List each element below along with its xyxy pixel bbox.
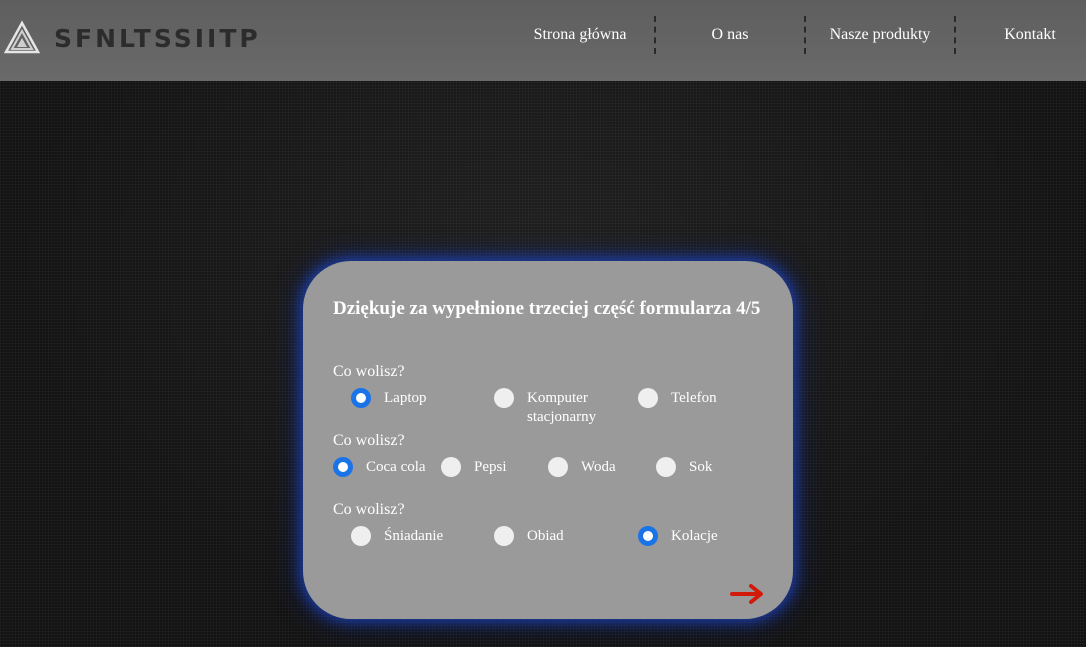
option-label: Woda xyxy=(581,459,616,475)
option-coca-cola[interactable]: Coca cola xyxy=(333,457,426,477)
question-label: Co wolisz? xyxy=(333,432,405,449)
option-label: Coca cola xyxy=(366,459,426,475)
question-label: Co wolisz? xyxy=(333,501,405,518)
option-phone[interactable]: Telefon xyxy=(638,388,717,408)
nav-contact[interactable]: Kontakt xyxy=(1000,16,1060,54)
arrow-right-icon[interactable] xyxy=(730,583,766,605)
option-desktop[interactable]: Komputer stacjonarny xyxy=(494,388,617,427)
option-water[interactable]: Woda xyxy=(548,457,616,477)
option-lunch[interactable]: Obiad xyxy=(494,526,564,546)
nav-divider xyxy=(954,16,956,54)
option-laptop[interactable]: Laptop xyxy=(351,388,427,408)
option-breakfast[interactable]: Śniadanie xyxy=(351,526,443,546)
radio-button[interactable] xyxy=(548,457,568,477)
nav-products[interactable]: Nasze produkty xyxy=(826,16,934,54)
radio-button-checked[interactable] xyxy=(351,388,371,408)
nav-about[interactable]: O nas xyxy=(700,16,760,54)
logo-text: SFNLTSSIITP xyxy=(54,23,261,53)
site-header: SFNLTSSIITP Strona główna O nas Nasze pr… xyxy=(0,0,1086,81)
radio-button[interactable] xyxy=(494,526,514,546)
radio-button[interactable] xyxy=(656,457,676,477)
nav-divider xyxy=(654,16,656,54)
radio-button[interactable] xyxy=(494,388,514,408)
radio-button-checked[interactable] xyxy=(638,526,658,546)
option-label: Telefon xyxy=(671,390,717,406)
nav-home[interactable]: Strona główna xyxy=(532,16,628,54)
radio-button[interactable] xyxy=(441,457,461,477)
option-label: Komputer stacjonarny xyxy=(527,390,597,425)
radio-button[interactable] xyxy=(638,388,658,408)
form-title: Dziękuje za wypełnione trzeciej część fo… xyxy=(333,298,761,319)
option-pepsi[interactable]: Pepsi xyxy=(441,457,507,477)
option-label: Kolacje xyxy=(671,528,718,544)
option-dinner[interactable]: Kolacje xyxy=(638,526,718,546)
radio-button[interactable] xyxy=(351,526,371,546)
survey-form-card: Dziękuje za wypełnione trzeciej część fo… xyxy=(303,261,793,619)
question-label: Co wolisz? xyxy=(333,363,405,380)
radio-button-checked[interactable] xyxy=(333,457,353,477)
option-label: Laptop xyxy=(384,390,427,406)
option-label: Pepsi xyxy=(474,459,507,475)
option-label: Sok xyxy=(689,459,713,475)
option-label: Śniadanie xyxy=(384,528,444,544)
logo[interactable]: SFNLTSSIITP xyxy=(4,20,261,56)
option-label: Obiad xyxy=(527,528,564,544)
option-juice[interactable]: Sok xyxy=(656,457,712,477)
nav-divider xyxy=(804,16,806,54)
logo-triangle-icon xyxy=(4,20,40,54)
